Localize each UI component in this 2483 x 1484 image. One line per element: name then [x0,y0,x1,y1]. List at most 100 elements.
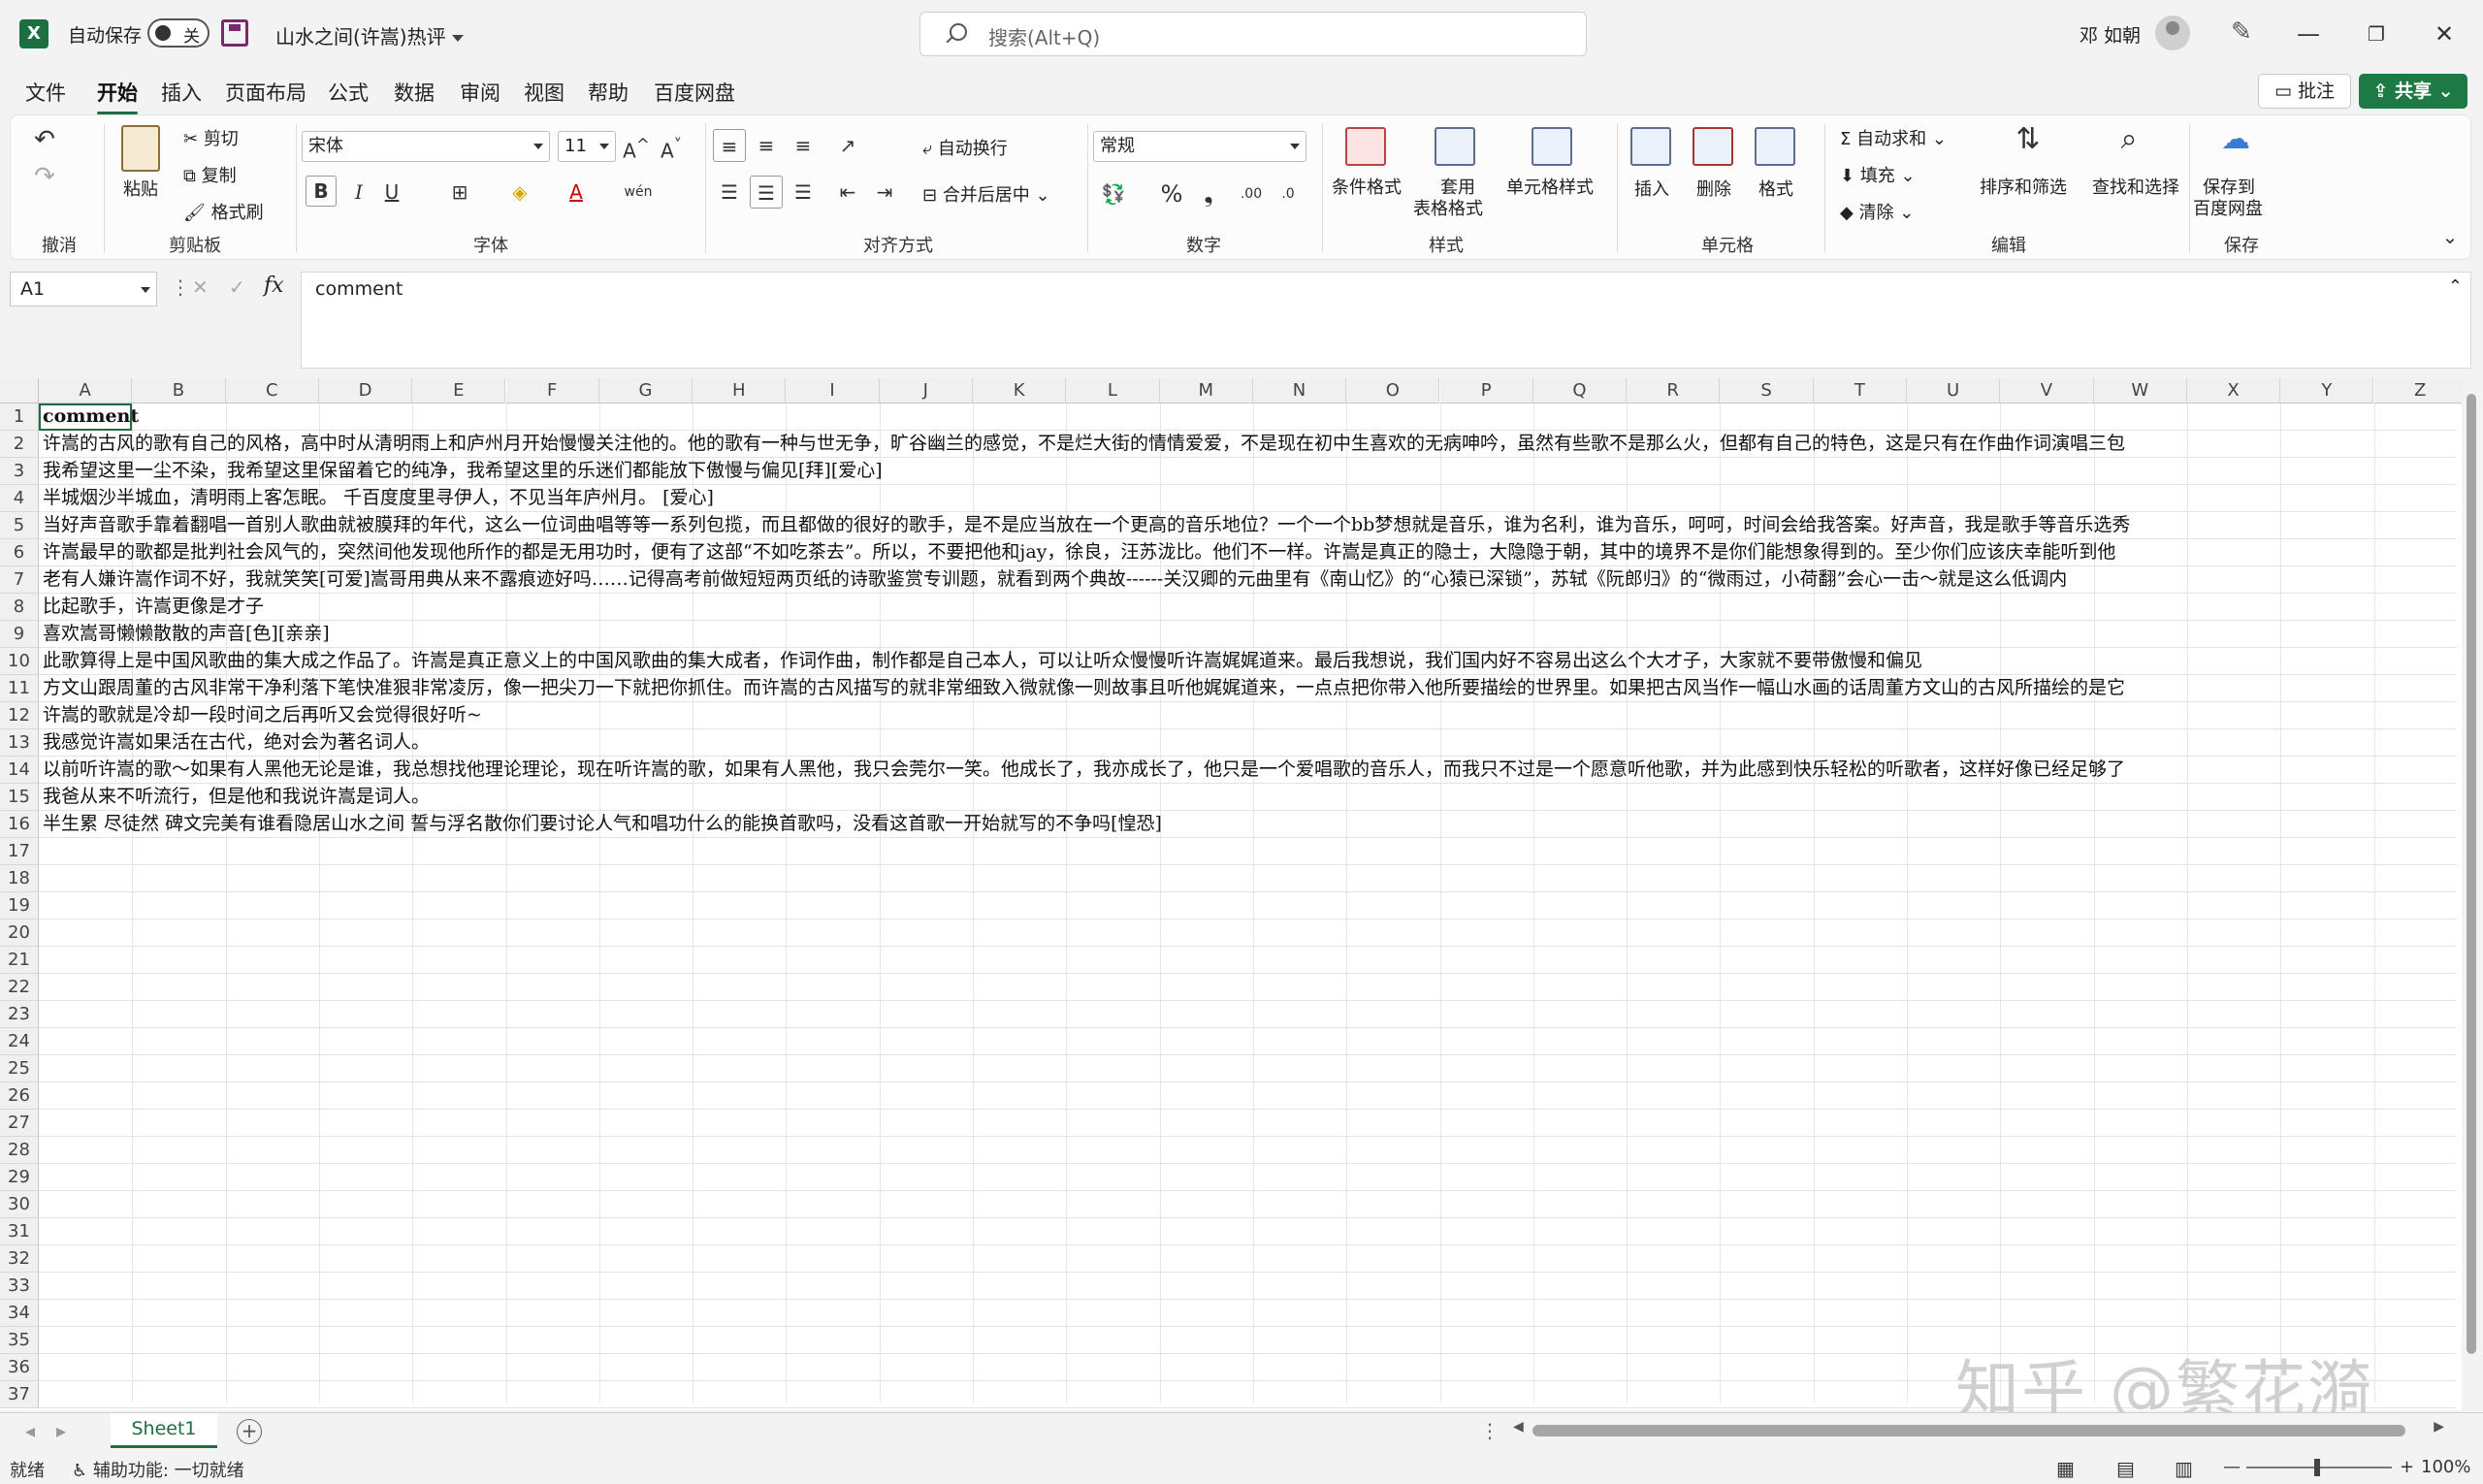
cell-a10[interactable]: 此歌算得上是中国风歌曲的集大成之作品了。许嵩是真正意义上的中国风歌曲的集大成者，… [39,648,2456,675]
comment-button[interactable]: ▭ 批注 [2258,74,2351,109]
h-scroll-thumb[interactable] [1532,1425,2405,1436]
row-header[interactable]: 7 [0,566,39,594]
conditional-format-label[interactable]: 条件格式 [1332,174,1402,199]
cell-a14[interactable]: 以前听许嵩的歌～如果有人黑他无论是谁，我总想找他理论理论，现在听许嵩的歌，如果有… [39,757,2456,784]
column-header[interactable]: D [318,378,413,403]
page-break-view-icon[interactable]: ▥ [2175,1457,2193,1480]
document-title[interactable]: 山水之间(许嵩)热评 [275,21,464,49]
row-header[interactable]: 19 [0,892,39,919]
normal-view-icon[interactable]: ▦ [2056,1457,2075,1480]
align-bottom-icon[interactable]: ≡ [787,129,820,162]
select-all-corner[interactable] [0,378,39,403]
pen-icon[interactable]: ✎ [2231,17,2252,47]
cell-a18[interactable] [39,865,2456,892]
cell-a34[interactable] [39,1300,2456,1327]
cell-a31[interactable] [39,1218,2456,1245]
row-header[interactable]: 8 [0,594,39,621]
align-middle-icon[interactable]: ≡ [750,129,783,162]
accessibility-status[interactable]: ♿ 辅助功能: 一切就绪 [72,1457,244,1482]
avatar[interactable] [2155,16,2190,50]
orientation-icon[interactable]: ↗ [831,129,864,162]
align-top-icon[interactable]: ≡ [713,129,746,162]
find-select-label[interactable]: 查找和选择 [2092,174,2179,199]
sheet-tab-sheet1[interactable]: Sheet1 [111,1413,217,1448]
column-header[interactable]: G [598,378,693,403]
table-format-label-2[interactable]: 表格格式 [1413,195,1483,220]
row-header[interactable]: 5 [0,512,39,539]
cell-a21[interactable] [39,947,2456,974]
save-icon[interactable] [221,19,248,47]
cell-a11[interactable]: 方文山跟周董的古风非常干净利落下笔快准狠非常凌厉，像一把尖刀一下就把你抓住。而许… [39,675,2456,702]
merge-center-button[interactable]: ⊟ 合并后居中 ⌄ [922,181,1050,207]
column-header[interactable]: V [2000,378,2094,403]
row-header[interactable]: 22 [0,974,39,1001]
cell-a28[interactable] [39,1137,2456,1164]
row-header[interactable]: 25 [0,1055,39,1082]
column-header[interactable]: N [1252,378,1347,403]
tab-splitter-icon[interactable]: ⋮ [1480,1419,1499,1442]
next-sheet-icon[interactable]: ▸ [56,1419,66,1442]
undo-icon[interactable]: ↶ [28,123,61,156]
cell-a26[interactable] [39,1082,2456,1110]
vertical-scrollbar[interactable] [2462,378,2483,1410]
row-header[interactable]: 9 [0,621,39,648]
column-header[interactable]: H [693,378,787,403]
row-header[interactable]: 23 [0,1001,39,1028]
zoom-slider-thumb[interactable] [2314,1459,2320,1476]
cell-a1[interactable]: comment [39,403,2456,431]
row-header[interactable]: 15 [0,784,39,811]
format-cells-label[interactable]: 格式 [1758,176,1793,201]
row-header[interactable]: 35 [0,1327,39,1354]
align-left-icon[interactable]: ☰ [713,176,746,209]
row-header[interactable]: 17 [0,838,39,865]
sort-filter-label[interactable]: 排序和筛选 [1980,174,2067,199]
cell-a32[interactable] [39,1245,2456,1273]
cell-a30[interactable] [39,1191,2456,1218]
cell-a13[interactable]: 我感觉许嵩如果活在古代，绝对会为著名词人。 [39,729,2456,757]
row-header[interactable]: 27 [0,1110,39,1137]
find-select-icon[interactable]: ⌕ [2106,123,2152,166]
row-header[interactable]: 6 [0,539,39,566]
column-header[interactable]: S [1720,378,1814,403]
column-header[interactable]: T [1813,378,1907,403]
collapse-ribbon-icon[interactable]: ⌄ [2434,220,2467,253]
copy-button[interactable]: ⧉ 复制 [183,162,237,187]
font-size-select[interactable]: 11 [558,131,616,162]
row-header[interactable]: 10 [0,648,39,675]
decrease-font-icon[interactable]: A˅ [655,129,688,163]
column-header[interactable]: Y [2280,378,2374,403]
cell-a20[interactable] [39,919,2456,947]
row-header[interactable]: 33 [0,1273,39,1300]
cell-a8[interactable]: 比起歌手，许嵩更像是才子 [39,594,2456,621]
close-icon[interactable]: ✕ [2415,10,2473,58]
cell-a19[interactable] [39,892,2456,919]
column-header[interactable]: M [1159,378,1253,403]
cell-a24[interactable] [39,1028,2456,1055]
decrease-decimal-icon[interactable]: .0 [1272,177,1305,210]
cell-a2[interactable]: 许嵩的古风的歌有自己的风格，高中时从清明雨上和庐州月开始慢慢关注他的。他的歌有一… [39,431,2456,458]
increase-font-icon[interactable]: A^ [620,129,653,163]
delete-cells-icon[interactable] [1693,127,1733,166]
cell-a29[interactable] [39,1164,2456,1191]
column-header[interactable]: L [1066,378,1160,403]
name-box[interactable]: A1 [10,272,157,306]
column-header[interactable]: P [1439,378,1533,403]
function-icon[interactable]: fx [264,274,284,298]
underline-icon[interactable]: U [375,176,408,209]
cell-a9[interactable]: 喜欢嵩哥懒懒散散的声音[色][亲亲] [39,621,2456,648]
row-header[interactable]: 21 [0,947,39,974]
scroll-right-icon[interactable]: ▶ [2434,1419,2444,1435]
restore-icon[interactable]: ❐ [2347,10,2405,58]
clear-button[interactable]: ◆ 清除 ⌄ [1840,199,1914,224]
row-header[interactable]: 28 [0,1137,39,1164]
cell-a6[interactable]: 许嵩最早的歌都是批判社会风气的，突然间他发现他所作的都是无用功时，便有了这部“不… [39,539,2456,566]
cell-styles-icon[interactable] [1532,127,1572,166]
insert-cells-label[interactable]: 插入 [1634,176,1669,201]
share-button[interactable]: ⇪ 共享 ⌄ [2359,74,2467,109]
cell-a23[interactable] [39,1001,2456,1028]
row-header[interactable]: 1 [0,403,39,431]
horizontal-scrollbar[interactable]: ◀ ▶ [1513,1419,2444,1440]
baidu-cloud-icon[interactable]: ☁ [2212,123,2259,166]
format-cells-icon[interactable] [1755,127,1795,166]
align-center-icon[interactable]: ☰ [750,176,783,209]
